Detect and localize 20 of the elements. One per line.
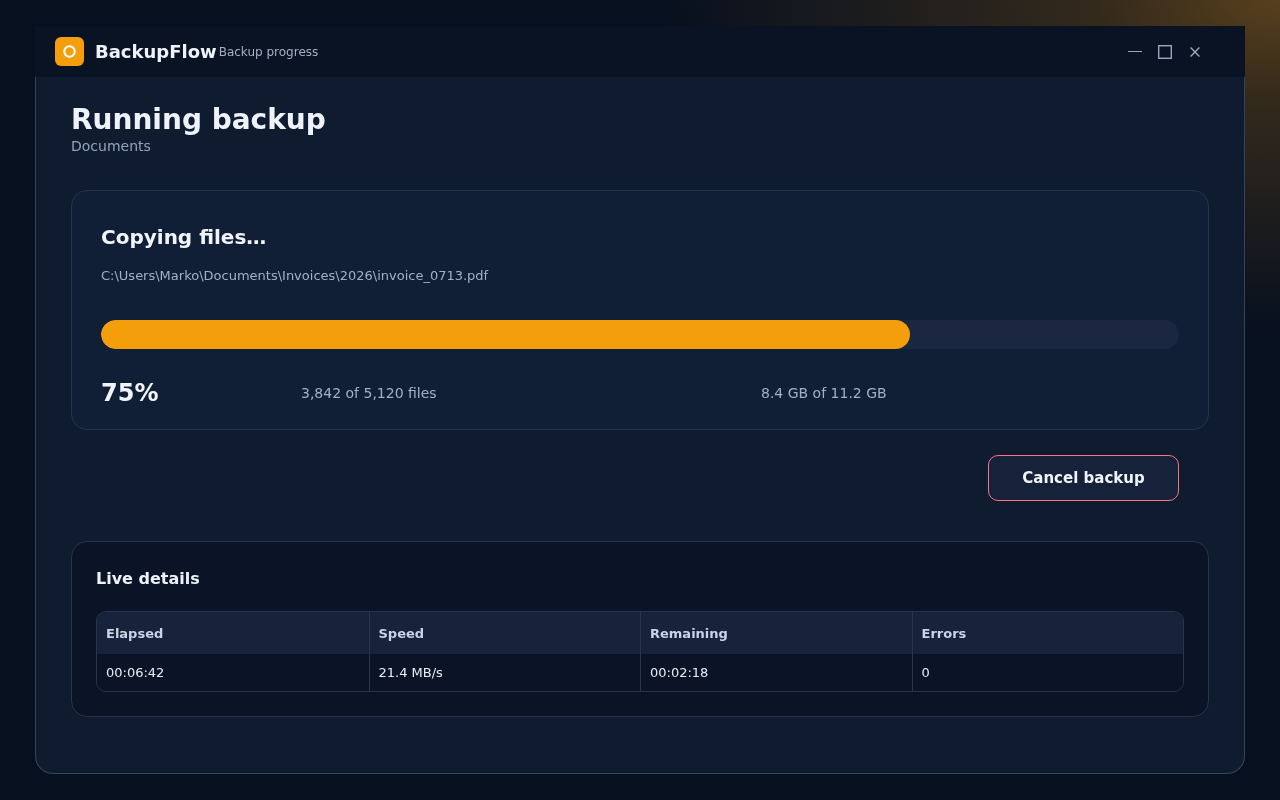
- window-subtitle: Backup progress: [218, 44, 319, 59]
- minimize-icon: [1128, 50, 1142, 53]
- column-header: Speed: [368, 612, 640, 654]
- column-header: Elapsed: [97, 612, 369, 654]
- files-count: 3,842 of 5,120 files: [301, 385, 438, 401]
- maximize-icon: [1158, 44, 1172, 59]
- percent-complete: 75%: [101, 378, 160, 408]
- column-header: Errors: [911, 612, 1183, 654]
- close-icon: [1190, 46, 1200, 57]
- current-file-path: C:\Users\Marko\Documents\Invoices\2026\invoice_0713.pdf: [101, 268, 490, 284]
- page-title: Running backup: [71, 103, 327, 137]
- cancel-button[interactable]: Cancel backup: [988, 455, 1179, 501]
- app-name: BackupFlow: [95, 41, 217, 62]
- table-cell: 0: [911, 654, 1183, 691]
- logo-icon: [55, 37, 84, 66]
- backup-source: Documents: [71, 137, 152, 155]
- size-count: 8.4 GB of 11.2 GB: [761, 385, 888, 401]
- column-header: Remaining: [640, 612, 912, 654]
- status-heading: Copying files…: [101, 225, 268, 249]
- details-heading: Live details: [96, 569, 201, 589]
